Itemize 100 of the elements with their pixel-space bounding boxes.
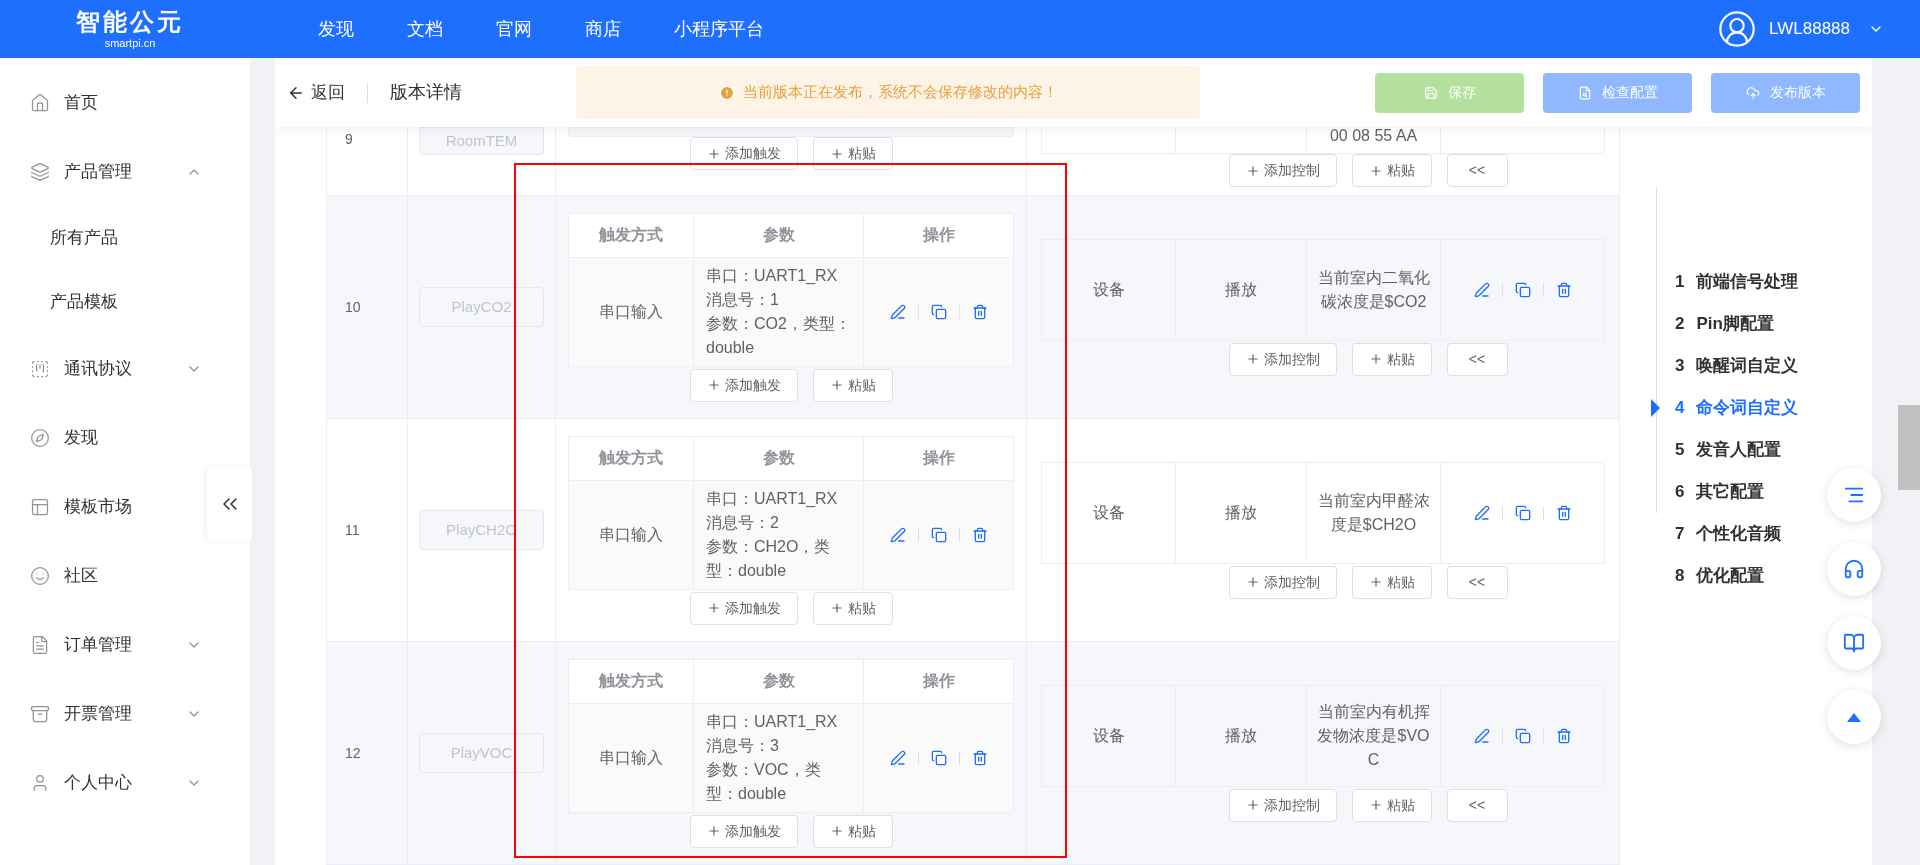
nav-link[interactable]: 文档 bbox=[407, 15, 443, 43]
edit-icon[interactable] bbox=[1473, 504, 1490, 521]
save-icon bbox=[1423, 85, 1438, 100]
trigger-params: 串口：UART1_RX 消息号：2 参数：CH2O，类型：double bbox=[694, 480, 864, 589]
user-name[interactable]: LWL88888 bbox=[1769, 16, 1850, 42]
sidebar-item[interactable]: 个人中心 bbox=[0, 748, 202, 817]
plus-icon bbox=[1368, 163, 1383, 178]
paste-button[interactable]: 粘贴 bbox=[812, 814, 893, 848]
caret-up-icon bbox=[1847, 712, 1861, 722]
add-button[interactable]: 添加触发 bbox=[689, 814, 798, 848]
plus-icon bbox=[1245, 352, 1260, 366]
sidebar-item[interactable]: 开票管理 bbox=[0, 679, 202, 748]
add-button[interactable]: 添加触发 bbox=[689, 137, 798, 170]
collapse-button[interactable]: << bbox=[1446, 565, 1508, 599]
control-text: 00 08 55 AA bbox=[1329, 127, 1418, 145]
column-header: 参数 bbox=[762, 671, 795, 691]
add-button[interactable]: 添加控制 bbox=[1228, 565, 1337, 599]
nav-link[interactable]: 小程序平台 bbox=[674, 15, 764, 43]
control-target: 设备 bbox=[1092, 502, 1125, 523]
control-text: 当前室内有机挥发物浓度是$VOC bbox=[1317, 701, 1430, 770]
collapse-sidebar-button[interactable] bbox=[207, 467, 252, 541]
control-action: 播放 bbox=[1225, 725, 1257, 746]
plus-icon bbox=[829, 146, 844, 161]
nav-link[interactable]: 商店 bbox=[585, 15, 621, 43]
copy-icon[interactable] bbox=[1514, 281, 1531, 298]
plus-icon bbox=[1245, 798, 1260, 812]
warning-icon bbox=[718, 84, 735, 101]
plus-icon bbox=[829, 601, 844, 615]
trigger-params: 串口：UART1_RX 消息号：1 参数：CO2，类型：double bbox=[694, 257, 864, 366]
paste-button[interactable]: 粘贴 bbox=[1351, 154, 1432, 187]
copy-icon[interactable] bbox=[1514, 504, 1531, 521]
home-icon bbox=[30, 92, 50, 113]
sidebar-item[interactable]: 模板市场 bbox=[0, 472, 202, 541]
collapse-button[interactable]: << bbox=[1446, 788, 1508, 822]
row-number: 10 bbox=[345, 297, 361, 317]
edit-icon[interactable] bbox=[1473, 727, 1490, 744]
triangle-marker-icon bbox=[1651, 399, 1660, 417]
sidebar-item[interactable]: 订单管理 bbox=[0, 610, 202, 679]
paste-button[interactable]: 粘贴 bbox=[812, 368, 893, 402]
back-button[interactable]: 返回 bbox=[287, 79, 345, 106]
copy-icon[interactable] bbox=[930, 526, 947, 543]
step-link[interactable]: 8 优化配置 bbox=[1647, 555, 1765, 597]
paste-button[interactable]: 粘贴 bbox=[812, 591, 893, 625]
add-button[interactable]: 添加控制 bbox=[1228, 788, 1337, 822]
edit-icon[interactable] bbox=[1473, 281, 1490, 298]
collapse-button[interactable]: << bbox=[1446, 154, 1508, 187]
step-link[interactable]: 4 命令词自定义 bbox=[1647, 387, 1799, 429]
sidebar-subitem[interactable]: 产品模板 bbox=[0, 270, 250, 334]
delete-icon[interactable] bbox=[971, 526, 988, 543]
sidebar-item[interactable]: 通讯协议 bbox=[0, 334, 202, 403]
collapse-button[interactable]: << bbox=[1446, 342, 1508, 376]
step-link[interactable]: 3 唤醒词自定义 bbox=[1647, 345, 1799, 387]
column-header: 参数 bbox=[762, 448, 795, 468]
control-action: 播放 bbox=[1225, 502, 1257, 523]
paste-button[interactable]: 粘贴 bbox=[1351, 565, 1432, 599]
dashboard-icon bbox=[30, 496, 50, 517]
row-number: 9 bbox=[345, 131, 353, 147]
step-link[interactable]: 5 发音人配置 bbox=[1647, 429, 1782, 471]
add-button[interactable]: 添加控制 bbox=[1228, 342, 1337, 376]
step-link[interactable]: 2 Pin脚配置 bbox=[1647, 303, 1774, 345]
delete-icon[interactable] bbox=[1555, 504, 1572, 521]
step-link[interactable]: 1 前端信号处理 bbox=[1647, 261, 1799, 303]
step-link[interactable]: 7 个性化音频 bbox=[1647, 513, 1782, 555]
layers-icon bbox=[30, 161, 50, 182]
plus-icon bbox=[1368, 798, 1383, 812]
panel-icon bbox=[30, 358, 50, 379]
sidebar-item[interactable]: 产品管理 bbox=[0, 137, 202, 206]
delete-icon[interactable] bbox=[971, 303, 988, 320]
add-button[interactable]: 添加触发 bbox=[689, 368, 798, 402]
paste-button[interactable]: 粘贴 bbox=[1351, 788, 1432, 822]
paste-button[interactable]: 粘贴 bbox=[1351, 342, 1432, 376]
copy-icon[interactable] bbox=[930, 749, 947, 766]
add-button[interactable]: 添加触发 bbox=[689, 591, 798, 625]
delete-icon[interactable] bbox=[1555, 727, 1572, 744]
column-header: 触发方式 bbox=[599, 671, 663, 691]
edit-icon[interactable] bbox=[889, 749, 906, 766]
cloud-upload-icon bbox=[1745, 85, 1760, 100]
logo-title: 智能公元 bbox=[76, 9, 184, 34]
plus-icon bbox=[706, 824, 721, 838]
avatar-icon[interactable] bbox=[1717, 9, 1758, 49]
nav-link[interactable]: 发现 bbox=[318, 15, 354, 43]
plus-icon bbox=[1368, 352, 1383, 366]
delete-icon[interactable] bbox=[1555, 281, 1572, 298]
edit-icon[interactable] bbox=[889, 303, 906, 320]
plus-icon bbox=[829, 824, 844, 838]
sidebar-subitem[interactable]: 所有产品 bbox=[0, 206, 250, 270]
nav-link[interactable]: 官网 bbox=[496, 15, 532, 43]
sidebar-item[interactable]: 首页 bbox=[0, 68, 202, 137]
page-title: 版本详情 bbox=[390, 81, 462, 104]
sidebar-item[interactable]: 发现 bbox=[0, 403, 202, 472]
edit-icon[interactable] bbox=[889, 526, 906, 543]
add-button[interactable]: 添加控制 bbox=[1228, 154, 1337, 187]
copy-icon[interactable] bbox=[1514, 727, 1531, 744]
sidebar-item[interactable]: 社区 bbox=[0, 541, 202, 610]
control-target: 设备 bbox=[1092, 279, 1125, 300]
step-link[interactable]: 6 其它配置 bbox=[1647, 471, 1765, 513]
copy-icon[interactable] bbox=[930, 303, 947, 320]
paste-button[interactable]: 粘贴 bbox=[812, 137, 893, 170]
delete-icon[interactable] bbox=[971, 749, 988, 766]
control-target: 设备 bbox=[1092, 725, 1125, 746]
